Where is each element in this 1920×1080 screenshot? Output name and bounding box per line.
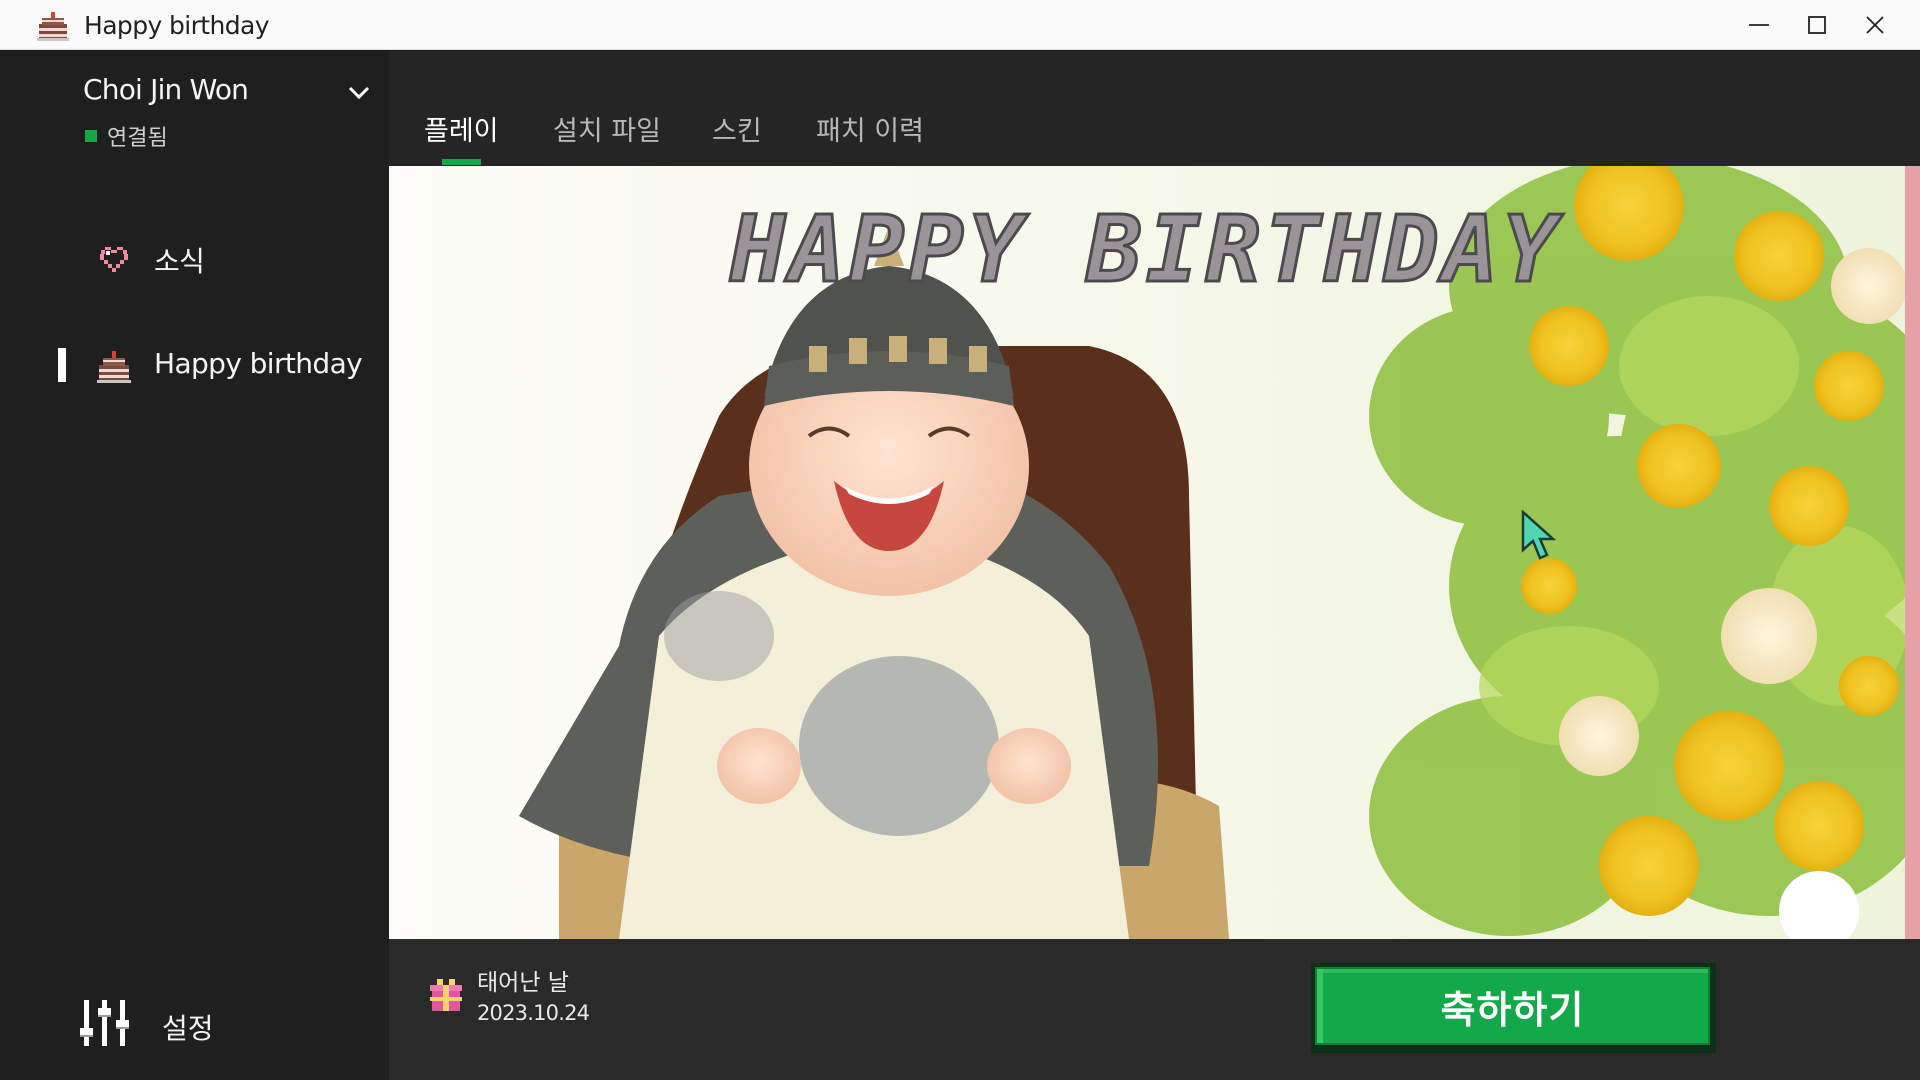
celebrate-button-face: 축하하기 <box>1315 967 1710 1045</box>
celebrate-button[interactable]: 축하하기 <box>1311 963 1716 1053</box>
baby-photo: HAPPY BIRTHDAY <box>389 166 1905 939</box>
status-dot <box>85 130 97 142</box>
sidebar-item-happy-birthday[interactable]: Happy birthday <box>0 335 389 395</box>
celebrate-button-label: 축하하기 <box>1440 987 1585 1032</box>
birthday-label: 태어난 날 <box>477 970 569 996</box>
tab-patch-history[interactable]: 패치 이력 <box>816 109 924 148</box>
settings-button[interactable]: 설정 <box>72 994 272 1054</box>
maximize-button[interactable] <box>1788 0 1846 50</box>
close-button[interactable] <box>1846 0 1904 50</box>
birthday-date: 2023.10.24 <box>477 1001 590 1025</box>
active-tab-indicator <box>442 159 481 165</box>
close-icon <box>1866 16 1884 34</box>
window-title: Happy birthday <box>84 11 270 40</box>
banner-image: HAPPY BIRTHDAY <box>389 166 1905 939</box>
cake-icon <box>37 12 69 41</box>
tab-install-files[interactable]: 설치 파일 <box>553 109 661 148</box>
heart-icon <box>100 247 128 272</box>
minimize-icon <box>1749 24 1769 26</box>
settings-label: 설정 <box>162 1012 214 1045</box>
sliders-icon <box>80 1000 129 1046</box>
selected-indicator <box>58 348 66 382</box>
account-name: Choi Jin Won <box>83 73 249 106</box>
sidebar: Choi Jin Won 연결됨 소식 Happy birthday 설정 <box>0 51 389 1080</box>
sidebar-item-label: Happy birthday <box>154 347 363 380</box>
sidebar-item-news[interactable]: 소식 <box>0 228 389 288</box>
maximize-icon <box>1808 16 1826 34</box>
title-bar: Happy birthday <box>0 0 1920 50</box>
minimize-button[interactable] <box>1730 0 1788 50</box>
tab-skins[interactable]: 스킨 <box>712 109 762 148</box>
sidebar-item-label: 소식 <box>154 245 205 278</box>
main-panel: 플레이 설치 파일 스킨 패치 이력 HAPPY BIRTHDAY 태어난 날 … <box>389 51 1920 1080</box>
tab-bar: 플레이 설치 파일 스킨 패치 이력 <box>389 51 1920 166</box>
cake-icon <box>97 351 131 383</box>
status-text: 연결됨 <box>107 126 168 151</box>
gift-icon <box>430 979 462 1011</box>
banner-title: HAPPY BIRTHDAY <box>729 196 1563 303</box>
banner-edge <box>1905 166 1920 939</box>
tab-play[interactable]: 플레이 <box>424 109 499 148</box>
chevron-down-icon <box>348 86 370 100</box>
